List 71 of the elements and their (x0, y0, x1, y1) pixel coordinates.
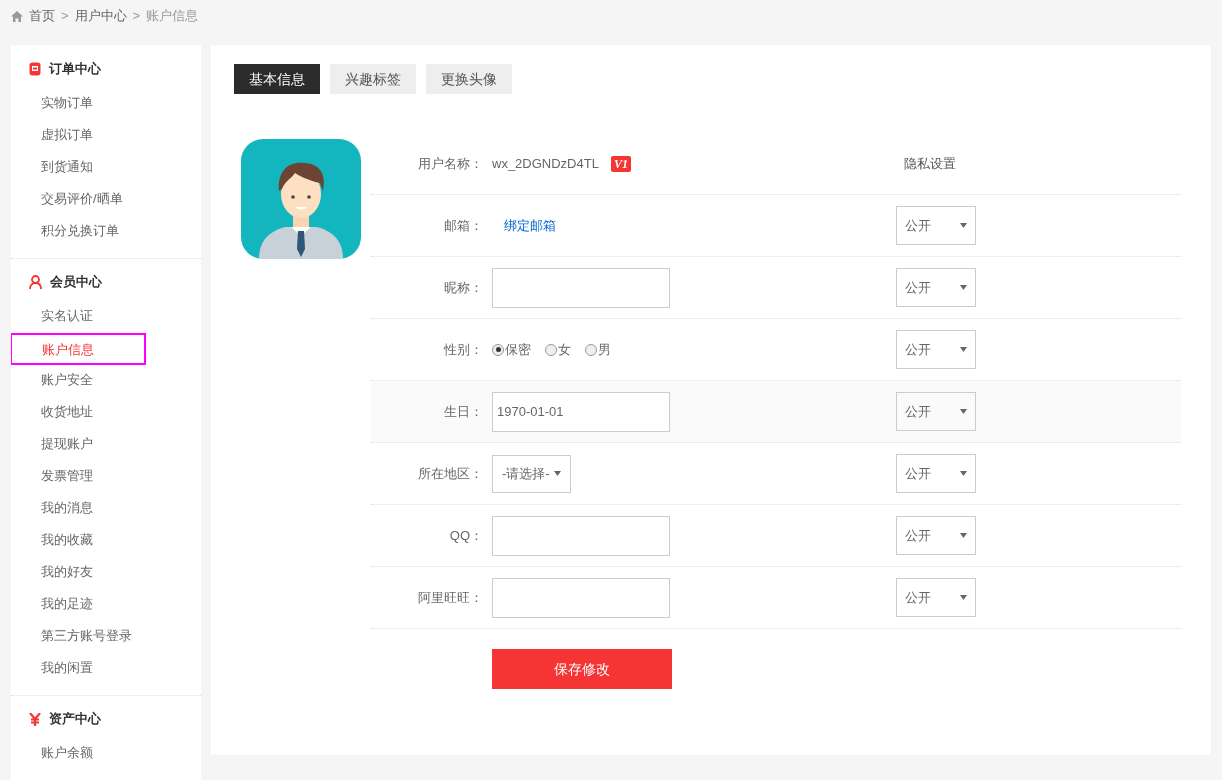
field-label: 昵称： (443, 278, 483, 297)
section-title: 会员中心 (50, 273, 102, 292)
field-label: 生日： (443, 402, 483, 421)
save-button[interactable]: 保存修改 (492, 649, 672, 689)
radio-option[interactable]: 保密 (492, 339, 531, 360)
text-input[interactable] (492, 577, 670, 618)
radio-button[interactable] (585, 343, 597, 356)
breadcrumb-link[interactable]: 首页 (29, 6, 55, 26)
field-label: 性别： (443, 340, 483, 359)
caret-icon (960, 595, 967, 600)
sidebar-item[interactable]: 我的消息 (11, 493, 147, 525)
caret-icon (554, 471, 561, 476)
field-label: 用户名称： (417, 154, 483, 173)
privacy-select[interactable]: 公开 (896, 392, 976, 431)
caret-icon (960, 409, 967, 414)
tab[interactable]: 更换头像 (426, 64, 512, 94)
privacy-select[interactable]: 公开 (896, 516, 976, 555)
field-label: QQ： (448, 526, 483, 545)
radio-option[interactable]: 男 (585, 339, 611, 360)
user-icon (29, 275, 42, 289)
sidebar-item[interactable]: 我的收藏 (11, 525, 147, 557)
text-input[interactable] (492, 267, 670, 308)
sidebar-item[interactable]: 我的闲置 (11, 653, 147, 685)
field-label: 阿里旺旺： (417, 588, 483, 607)
privacy-select[interactable]: 公开 (896, 578, 976, 617)
sidebar-item[interactable]: 账户安全 (11, 365, 147, 397)
region-select[interactable]: -请选择- (492, 454, 571, 493)
caret-icon (960, 285, 967, 290)
sidebar-item[interactable]: 账户信息 (11, 333, 146, 365)
tab[interactable]: 基本信息 (234, 64, 320, 94)
privacy-select[interactable]: 公开 (896, 268, 976, 307)
bind-email-link[interactable]: 绑定邮箱 (504, 215, 556, 236)
privacy-select[interactable]: 公开 (896, 454, 976, 493)
sidebar-item[interactable]: 我的足迹 (11, 589, 147, 621)
privacy-select[interactable]: 公开 (896, 330, 976, 369)
field-label: 所在地区： (417, 464, 483, 483)
username-text: wx_2DGNDzD4TL (492, 154, 599, 173)
breadcrumb-separator: > (61, 7, 69, 26)
radio-button[interactable] (492, 343, 504, 356)
home-icon[interactable] (11, 10, 23, 22)
tab[interactable]: 兴趣标签 (330, 64, 416, 94)
sidebar-item[interactable]: 收货地址 (11, 397, 147, 429)
sidebar-item[interactable]: 我的好友 (11, 557, 147, 589)
sidebar-item[interactable]: 提现账户 (11, 429, 147, 461)
field-label: 邮箱： (443, 216, 483, 235)
sidebar-item[interactable]: 到货通知 (11, 152, 147, 184)
breadcrumb-separator: > (132, 7, 141, 26)
sidebar-item[interactable]: 积分兑换订单 (11, 216, 147, 248)
caret-icon (960, 533, 967, 538)
sidebar-item[interactable]: 第三方账号登录 (11, 621, 147, 653)
caret-icon (960, 223, 967, 228)
section-title: 订单中心 (49, 60, 101, 79)
sidebar-item[interactable]: 发票管理 (11, 461, 147, 493)
sidebar-item[interactable]: 账户余额 (11, 738, 147, 770)
privacy-select[interactable]: 公开 (896, 206, 976, 245)
radio-option[interactable]: 女 (545, 339, 571, 360)
level-badge: V1 (610, 155, 631, 172)
radio-button[interactable] (545, 343, 557, 356)
caret-icon (960, 347, 967, 352)
breadcrumb-link[interactable]: 用户中心 (74, 6, 127, 26)
text-input[interactable] (492, 515, 670, 556)
date-input[interactable]: 1970-01-01 (492, 391, 670, 432)
section-title: 资产中心 (49, 710, 101, 729)
yen-icon (29, 712, 41, 726)
sidebar-item[interactable]: 交易评价/晒单 (11, 184, 147, 216)
sidebar-item[interactable]: 实物订单 (11, 88, 147, 120)
sidebar-item[interactable]: 虚拟订单 (11, 120, 147, 152)
column-header: 隐私设置 (904, 154, 956, 173)
sidebar-item[interactable]: 实名认证 (11, 301, 147, 333)
caret-icon (960, 471, 967, 476)
document-icon (29, 62, 41, 76)
